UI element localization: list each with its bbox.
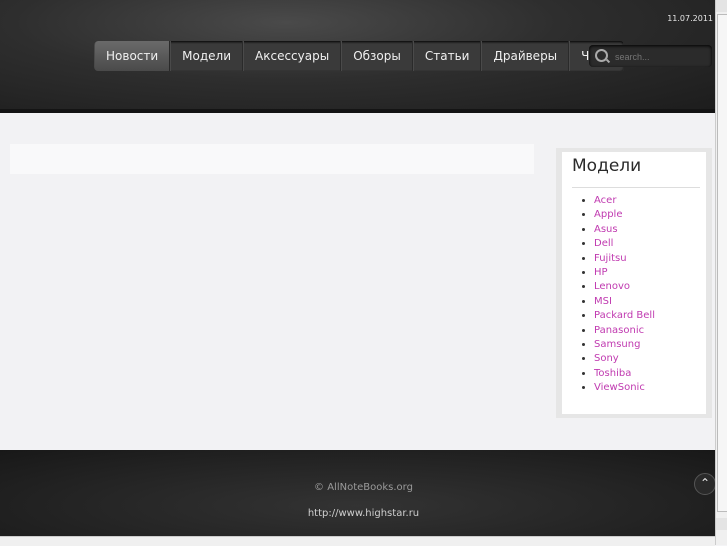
list-item: Dell [594,237,655,251]
model-link-dell[interactable]: Dell [594,238,613,249]
list-item: HP [594,266,655,280]
footer [0,450,715,543]
model-link-panasonic[interactable]: Panasonic [594,325,644,336]
divider [572,187,700,188]
main-nav: Новости Модели Аксессуары Обзоры Статьи … [94,41,625,71]
models-sidebar: Модели Acer Apple Asus Dell Fujitsu HP L… [562,152,706,414]
model-link-lenovo[interactable]: Lenovo [594,281,630,292]
list-item: Fujitsu [594,252,655,266]
nav-item-accessories[interactable]: Аксессуары [243,41,342,71]
search-input[interactable] [613,49,709,65]
model-link-fujitsu[interactable]: Fujitsu [594,253,627,264]
sidebar-title: Модели [572,156,642,176]
scroll-thumb[interactable] [717,14,727,512]
back-to-top-button[interactable]: ⌃ [694,473,716,495]
model-link-packard-bell[interactable]: Packard Bell [594,310,655,321]
model-link-samsung[interactable]: Samsung [594,339,640,350]
nav-item-news[interactable]: Новости [94,41,171,71]
list-item: Apple [594,208,655,222]
nav-item-articles[interactable]: Статьи [412,41,482,71]
scroll-up-arrow[interactable] [716,0,727,12]
footer-link[interactable]: http://www.highstar.ru [0,508,727,519]
list-item: Asus [594,223,655,237]
list-item: Sony [594,352,655,366]
search-icon[interactable] [595,49,608,62]
list-item: Lenovo [594,280,655,294]
models-list: Acer Apple Asus Dell Fujitsu HP Lenovo M… [562,194,655,395]
model-link-apple[interactable]: Apple [594,209,622,220]
search-box [589,45,712,67]
model-link-viewsonic[interactable]: ViewSonic [594,382,645,393]
model-link-msi[interactable]: MSI [594,296,612,307]
footer-copyright: © AllNoteBooks.org [314,482,413,493]
nav-item-models[interactable]: Модели [170,41,244,71]
content-panel [10,144,534,174]
list-item: Acer [594,194,655,208]
header: 11.07.2011 Новости Модели Аксессуары Обз… [0,0,715,113]
model-link-acer[interactable]: Acer [594,195,616,206]
date-label: 11.07.2011 [667,14,713,23]
model-link-asus[interactable]: Asus [594,224,618,235]
model-link-hp[interactable]: HP [594,267,608,278]
model-link-sony[interactable]: Sony [594,353,619,364]
list-item: MSI [594,295,655,309]
list-item: Samsung [594,338,655,352]
list-item: Toshiba [594,367,655,381]
nav-item-drivers[interactable]: Драйверы [481,41,570,71]
scroll-down-arrow[interactable] [716,518,727,530]
list-item: ViewSonic [594,381,655,395]
vertical-scrollbar[interactable] [715,0,727,545]
list-item: Panasonic [594,324,655,338]
nav-item-reviews[interactable]: Обзоры [341,41,413,71]
list-item: Packard Bell [594,309,655,323]
model-link-toshiba[interactable]: Toshiba [594,368,631,379]
